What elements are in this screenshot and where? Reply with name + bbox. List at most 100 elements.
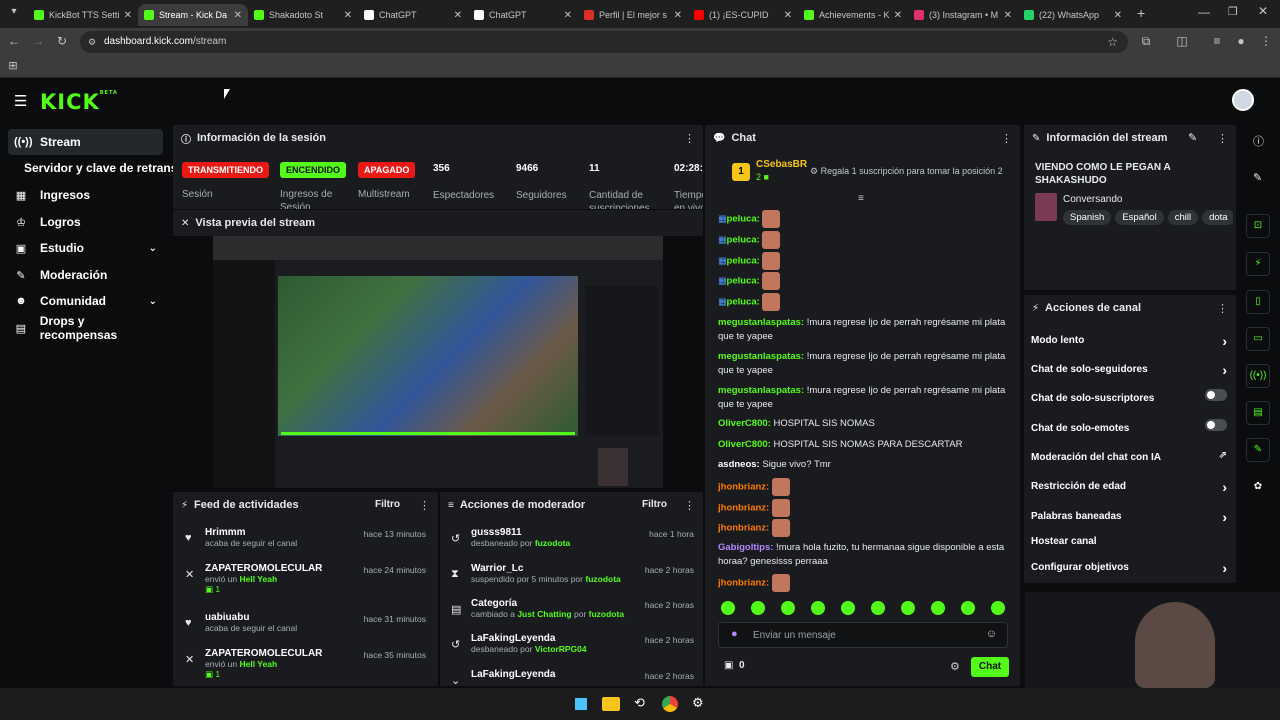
chat-settings-icon[interactable]: ⚙ xyxy=(950,660,960,673)
chat-input[interactable]: ● Enviar un mensaje ☺ xyxy=(718,622,1008,648)
stream-tag[interactable]: chill xyxy=(1167,210,1199,225)
chrome-icon[interactable] xyxy=(662,696,678,712)
microphone-icon[interactable]: ● xyxy=(731,628,738,640)
more-options-icon[interactable]: ⋮ xyxy=(1001,132,1012,145)
channel-action-item[interactable]: Chat de solo-seguidores › xyxy=(1031,362,1227,378)
chat-username[interactable]: megustanlaspatas: xyxy=(718,317,804,328)
browser-tab[interactable]: Achievements - K ✕ xyxy=(798,4,908,26)
extension-icon[interactable]: ◫ xyxy=(1174,34,1190,48)
category-thumbnail[interactable] xyxy=(1035,193,1057,221)
browser-tab[interactable]: Perfil | El mejor s ✕ xyxy=(578,4,688,26)
browser-tab[interactable]: ChatGPT ✕ xyxy=(468,4,578,26)
chat-username[interactable]: jhonbrianz: xyxy=(718,523,769,534)
quick-emote-icon[interactable] xyxy=(931,601,945,615)
stream-tag[interactable]: dota xyxy=(1202,210,1233,225)
share-icon[interactable]: ✿ xyxy=(1246,476,1270,500)
url-field[interactable]: ⚙ dashboard.kick.com/stream ☆ xyxy=(80,31,1128,53)
bookmark-star-icon[interactable]: ☆ xyxy=(1107,31,1118,53)
chat-username[interactable]: OliverC800: xyxy=(718,439,771,450)
close-tab-icon[interactable]: ✕ xyxy=(454,10,462,21)
site-info-icon[interactable]: ⚙ xyxy=(88,31,96,53)
kick-logo[interactable]: KICKBETA xyxy=(40,90,118,114)
app-icon[interactable]: ⟲ xyxy=(634,695,645,711)
file-explorer-icon[interactable] xyxy=(602,697,620,711)
quick-emote-icon[interactable] xyxy=(901,601,915,615)
browser-menu-icon[interactable]: ⋮ xyxy=(1258,34,1274,48)
sidebar-item-comunidad[interactable]: ☻ Comunidad ⌄ xyxy=(8,288,163,314)
browser-tab[interactable]: KickBot TTS Setti ✕ xyxy=(28,4,138,26)
extensions-icon[interactable]: ⧉ xyxy=(1138,34,1154,49)
chat-username[interactable]: peluca: xyxy=(727,235,760,246)
quick-emote-icon[interactable] xyxy=(721,601,735,615)
chat-username[interactable]: peluca: xyxy=(727,256,760,267)
close-tab-icon[interactable]: ✕ xyxy=(344,10,352,21)
bolt-icon[interactable]: ⚡ xyxy=(1246,252,1270,276)
top-gifter-name[interactable]: CSebasBR xyxy=(756,159,807,170)
browser-tab[interactable]: (1) ¡ES-CUPID ✕ xyxy=(688,4,798,26)
stream-preview-video[interactable] xyxy=(213,236,663,488)
hamburger-menu-icon[interactable]: ☰ xyxy=(14,92,27,110)
channel-action-item[interactable]: Modo lento › xyxy=(1031,333,1227,349)
browser-tab[interactable]: (22) WhatsApp ✕ xyxy=(1018,4,1128,26)
more-options-icon[interactable]: ⋮ xyxy=(419,499,430,512)
browser-tab[interactable]: Stream - Kick Da ✕ xyxy=(138,4,248,26)
stream-tag[interactable]: Español xyxy=(1115,210,1164,225)
mod-filter-button[interactable]: Filtro xyxy=(642,499,667,510)
edit-rail-icon[interactable]: ✎ xyxy=(1253,171,1262,184)
back-icon[interactable]: ← xyxy=(6,34,22,48)
profile-avatar[interactable]: ● xyxy=(1233,34,1249,48)
quick-emote-icon[interactable] xyxy=(841,601,855,615)
collapse-pinned-icon[interactable]: ≡ xyxy=(858,193,864,204)
channel-action-item[interactable]: Configurar objetivos › xyxy=(1031,560,1227,576)
phone-icon[interactable]: ▯ xyxy=(1246,290,1270,314)
more-options-icon[interactable]: ⋮ xyxy=(1217,302,1228,315)
channel-action-item[interactable]: Palabras baneadas › xyxy=(1031,509,1227,525)
quick-emote-icon[interactable] xyxy=(961,601,975,615)
apps-grid-icon[interactable]: ⊞ xyxy=(5,59,21,72)
gift-subs-prompt[interactable]: ⚙ Regala 1 suscripción para tomar la pos… xyxy=(810,166,1003,177)
user-avatar[interactable] xyxy=(1232,89,1254,111)
maximize-button[interactable]: ❐ xyxy=(1228,5,1238,18)
sidebar-item-estudio[interactable]: ▣ Estudio ⌄ xyxy=(8,235,163,261)
channel-action-item[interactable]: Chat de solo-emotes xyxy=(1031,419,1227,434)
browser-tab[interactable]: Shakadoto St ✕ xyxy=(248,4,358,26)
quick-emote-icon[interactable] xyxy=(781,601,795,615)
edit-icon[interactable]: ✎ xyxy=(1188,131,1197,144)
sidebar-item-moderacion[interactable]: ✎ Moderación xyxy=(8,262,163,288)
channel-action-item[interactable]: Restricción de edad › xyxy=(1031,479,1227,495)
points-display[interactable]: ▣ 0 xyxy=(724,660,745,671)
channel-action-item[interactable]: Chat de solo-suscriptores xyxy=(1031,389,1227,404)
chat-username[interactable]: jhonbrianz: xyxy=(718,503,769,514)
emoji-icon[interactable]: ☺ xyxy=(986,628,997,640)
more-options-icon[interactable]: ⋮ xyxy=(684,499,695,512)
close-tab-icon[interactable]: ✕ xyxy=(1114,10,1122,21)
chat-username[interactable]: asdneos: xyxy=(718,459,760,470)
close-tab-icon[interactable]: ✕ xyxy=(674,10,682,21)
close-tab-icon[interactable]: ✕ xyxy=(784,10,792,21)
chat-icon[interactable]: ▭ xyxy=(1246,327,1270,351)
browser-tab[interactable]: ChatGPT ✕ xyxy=(358,4,468,26)
toggle-switch[interactable] xyxy=(1205,389,1227,401)
close-tab-icon[interactable]: ✕ xyxy=(894,10,902,21)
sidebar-item-server-key[interactable]: Servidor y clave de retransmisión xyxy=(16,155,176,181)
close-tab-icon[interactable]: ✕ xyxy=(234,10,242,21)
sidebar-item-logros[interactable]: ♔ Logros xyxy=(8,209,163,235)
chat-username[interactable]: OliverC800: xyxy=(718,418,771,429)
info-rail-icon[interactable]: ⓘ xyxy=(1253,133,1264,149)
quick-emote-icon[interactable] xyxy=(991,601,1005,615)
screen-icon[interactable]: ⊡ xyxy=(1246,214,1270,238)
chat-username[interactable]: peluca: xyxy=(727,276,760,287)
sidebar-item-drops[interactable]: ▤ Drops y recompensas xyxy=(8,314,163,342)
close-window-button[interactable]: ✕ xyxy=(1258,4,1268,18)
chat-send-button[interactable]: Chat xyxy=(971,657,1009,677)
wrench-icon[interactable]: ✎ xyxy=(1246,438,1270,462)
sidebar-item-stream[interactable]: ((•)) Stream xyxy=(8,129,163,155)
reload-icon[interactable]: ↻ xyxy=(54,34,70,48)
chat-username[interactable]: megustanlaspatas: xyxy=(718,385,804,396)
chat-username[interactable]: jhonbrianz: xyxy=(718,578,769,589)
close-tab-icon[interactable]: ✕ xyxy=(1004,10,1012,21)
windows-start-icon[interactable] xyxy=(573,696,589,712)
tab-search-button[interactable]: ▾ xyxy=(6,6,22,22)
feed-filter-button[interactable]: Filtro xyxy=(375,499,400,510)
more-options-icon[interactable]: ⋮ xyxy=(684,132,695,145)
